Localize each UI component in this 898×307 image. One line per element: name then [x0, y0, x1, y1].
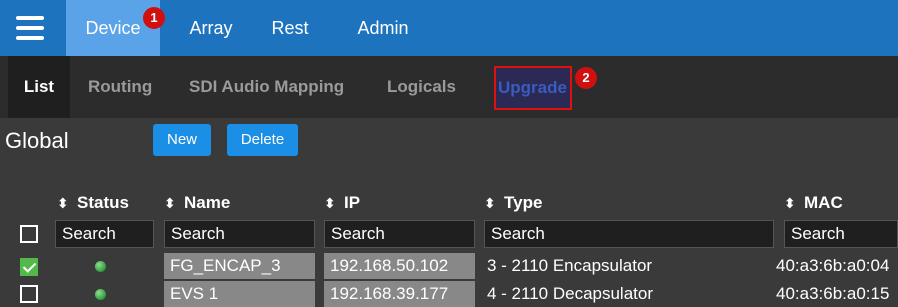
- tab-list-label: List: [23, 77, 55, 96]
- tab-sdi-audio-mapping[interactable]: SDI Audio Mapping: [189, 56, 344, 118]
- status-online-icon: [95, 261, 106, 272]
- annotation-badge-2: 2: [575, 67, 597, 89]
- nav-admin-label: Admin: [357, 18, 409, 38]
- status-search-input[interactable]: Search: [55, 220, 154, 248]
- tab-routing-label: Routing: [88, 77, 153, 96]
- sort-icon: ⬍: [784, 195, 796, 211]
- column-header-ip[interactable]: ⬍ IP: [324, 191, 360, 215]
- column-header-type[interactable]: ⬍ Type: [484, 191, 542, 215]
- page-title: Global: [5, 128, 69, 153]
- nav-rest[interactable]: Rest: [260, 0, 320, 56]
- row-1-checkbox[interactable]: [20, 258, 38, 276]
- column-header-status[interactable]: ⬍ Status: [57, 191, 129, 215]
- tab-upgrade[interactable]: Upgrade: [494, 66, 572, 110]
- select-all-checkbox[interactable]: [20, 225, 38, 243]
- column-name-label: Name: [184, 193, 231, 212]
- nav-device[interactable]: Device: [66, 0, 160, 56]
- device-list-panel: Global New Delete ⬍ Status ⬍ Name ⬍ IP ⬍ Typ…: [0, 118, 898, 307]
- name-search-input[interactable]: Search: [164, 220, 315, 248]
- tab-routing[interactable]: Routing: [88, 56, 152, 118]
- row-1-ip[interactable]: 192.168.50.102: [324, 253, 475, 279]
- status-online-icon: [95, 289, 106, 300]
- type-search-input[interactable]: Search: [484, 220, 774, 248]
- row-2-ip[interactable]: 192.168.39.177: [324, 281, 475, 307]
- column-header-mac[interactable]: ⬍ MAC: [784, 191, 843, 215]
- column-type-label: Type: [504, 193, 543, 212]
- nav-rest-label: Rest: [271, 18, 309, 38]
- column-header-name[interactable]: ⬍ Name: [164, 191, 230, 215]
- sort-icon: ⬍: [164, 195, 176, 211]
- nav-array[interactable]: Array: [176, 0, 246, 56]
- tab-upgrade-label: Upgrade: [498, 78, 567, 97]
- nav-device-label: Device: [85, 18, 141, 38]
- ip-search-input[interactable]: Search: [324, 220, 475, 248]
- sort-icon: ⬍: [324, 195, 336, 211]
- row-1-mac: 40:a3:6b:a0:04: [776, 256, 890, 275]
- nav-admin[interactable]: Admin: [348, 0, 418, 56]
- new-button[interactable]: New: [153, 124, 211, 156]
- row-2-type: 4 - 2110 Decapsulator: [487, 284, 654, 303]
- delete-button[interactable]: Delete: [227, 124, 298, 156]
- sub-tab-bar: List Routing SDI Audio Mapping Logicals …: [0, 56, 898, 118]
- nav-array-label: Array: [189, 18, 233, 38]
- row-2-name[interactable]: EVS 1: [164, 281, 315, 307]
- column-mac-label: MAC: [804, 193, 843, 212]
- hamburger-menu-icon[interactable]: [0, 0, 60, 56]
- tab-list[interactable]: List: [8, 56, 70, 118]
- column-ip-label: IP: [344, 193, 361, 212]
- top-navigation-bar: Device 1 Array Rest Admin: [0, 0, 898, 56]
- row-2-checkbox[interactable]: [20, 285, 38, 303]
- row-1-name[interactable]: FG_ENCAP_3: [164, 253, 315, 279]
- column-status-label: Status: [77, 193, 129, 212]
- tab-logicals-label: Logicals: [387, 77, 456, 96]
- row-1-type: 3 - 2110 Encapsulator: [487, 256, 653, 275]
- sort-icon: ⬍: [484, 195, 496, 211]
- row-2-mac: 40:a3:6b:a0:15: [776, 284, 890, 303]
- tab-logicals[interactable]: Logicals: [387, 56, 456, 118]
- annotation-badge-1: 1: [143, 7, 165, 29]
- tab-sdi-audio-mapping-label: SDI Audio Mapping: [189, 77, 345, 96]
- mac-search-input[interactable]: Search: [784, 220, 898, 248]
- sort-icon: ⬍: [57, 195, 69, 211]
